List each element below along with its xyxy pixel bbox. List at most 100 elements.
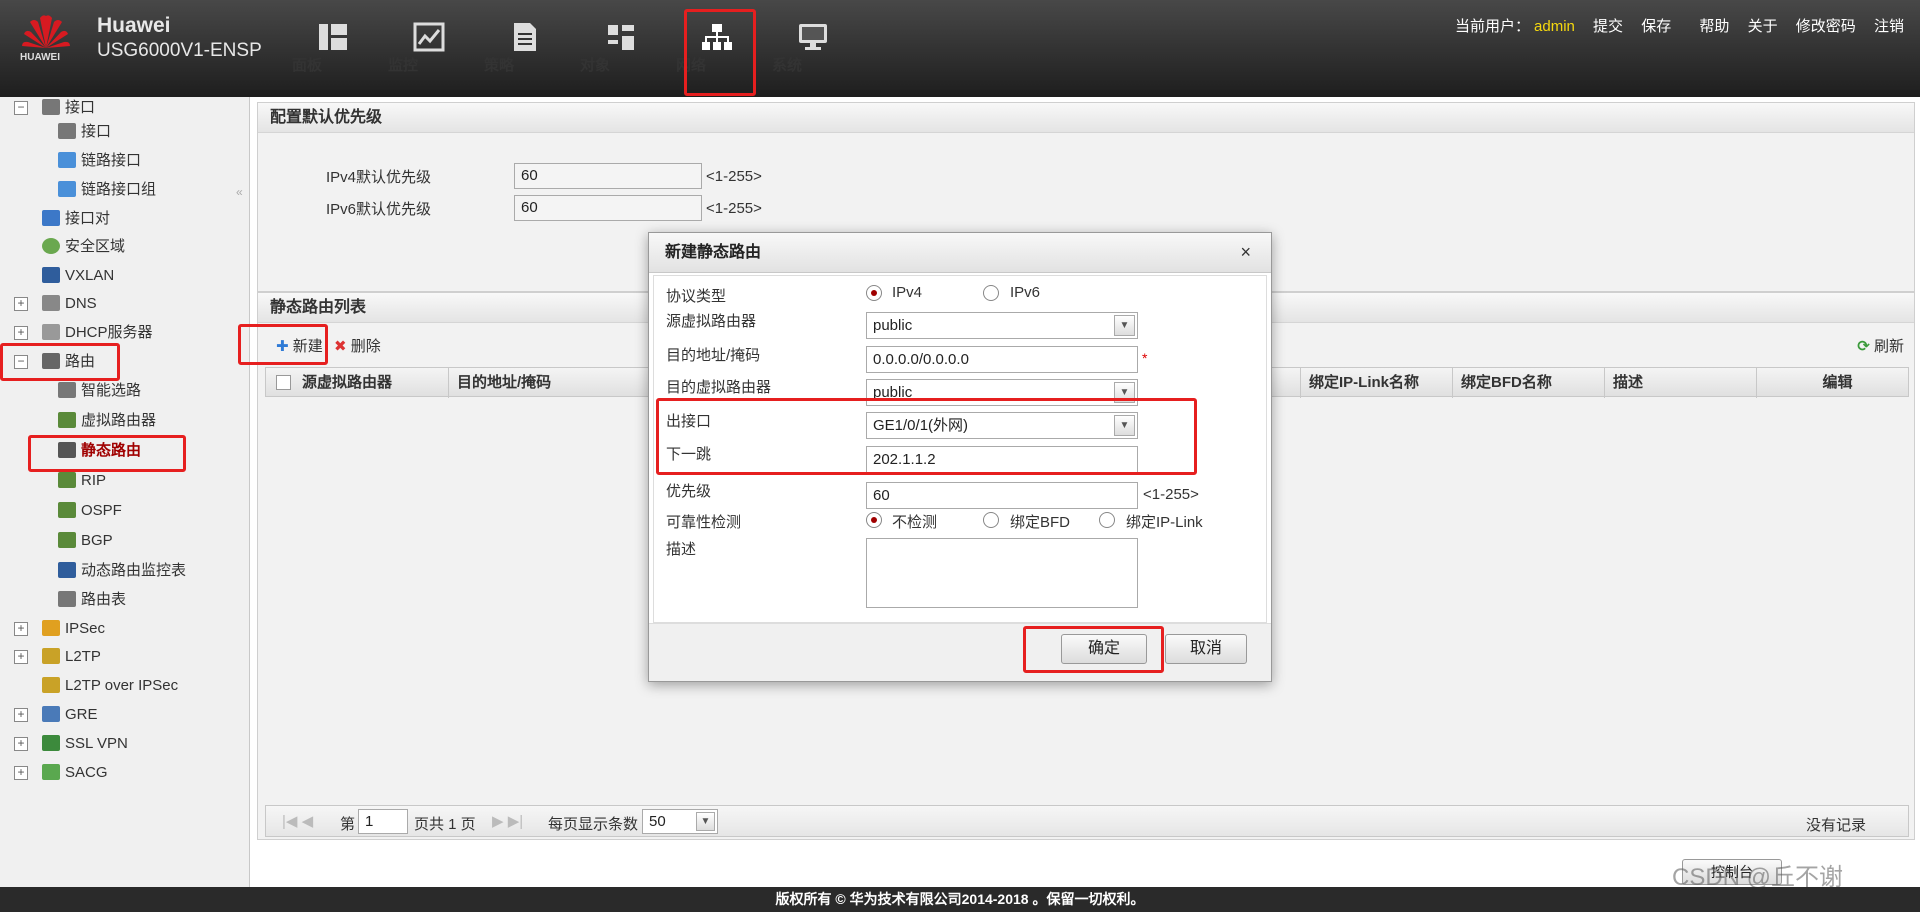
sidebar-item-dynamic-route-monitor[interactable]: 动态路由监控表 bbox=[58, 560, 186, 582]
highlight-new-button bbox=[238, 324, 328, 365]
bind-iplink-radio[interactable] bbox=[1099, 512, 1115, 528]
nav-dashboard[interactable]: 面板 bbox=[292, 18, 374, 78]
sidebar-item-l2tp[interactable]: L2TP bbox=[42, 646, 101, 668]
about-button[interactable]: 关于 bbox=[1748, 18, 1778, 35]
expand-icon[interactable]: + bbox=[14, 297, 28, 311]
save-button[interactable]: 保存 bbox=[1641, 18, 1671, 35]
sidebar-item-smart-routing[interactable]: 智能选路 bbox=[58, 380, 141, 402]
ipv6-priority-input[interactable]: 60 bbox=[514, 195, 702, 221]
sidebar-item-vxlan[interactable]: VXLAN bbox=[42, 265, 114, 287]
ipv4-radio-label: IPv4 bbox=[892, 284, 923, 301]
dashboard-icon bbox=[319, 24, 347, 50]
sidebar-item-route-table[interactable]: 路由表 bbox=[58, 589, 126, 611]
sidebar-item-link-interface-group[interactable]: 链路接口组 bbox=[58, 179, 156, 201]
pager-bar: |◀ ◀ 第 1 页共 1 页 ▶ ▶| 每页显示条数 50 ▼ 没有记录 bbox=[265, 805, 1909, 837]
ospf-icon bbox=[58, 502, 76, 518]
footer: 版权所有 © 华为技术有限公司2014-2018 。保留一切权利。 bbox=[0, 887, 1920, 912]
column-header[interactable]: 绑定IP-Link名称 bbox=[1300, 368, 1452, 398]
logout-button[interactable]: 注销 bbox=[1874, 18, 1904, 35]
nav-label: 系统 bbox=[772, 57, 803, 74]
sidebar-item-ospf[interactable]: OSPF bbox=[58, 500, 122, 522]
column-header[interactable]: 源虚拟路由器 bbox=[294, 368, 472, 398]
sidebar-item-gre[interactable]: GRE bbox=[42, 704, 98, 726]
cancel-button[interactable]: 取消 bbox=[1165, 634, 1247, 664]
sacg-icon bbox=[42, 764, 60, 780]
collapse-icon[interactable]: − bbox=[14, 101, 28, 115]
sidebar-item-interface-pair[interactable]: 接口对 bbox=[42, 208, 110, 230]
next-page-icon[interactable]: ▶ ▶| bbox=[492, 812, 523, 830]
nav-monitor[interactable]: 监控 bbox=[388, 18, 470, 78]
sidebar-item-virtual-router[interactable]: 虚拟路由器 bbox=[58, 410, 156, 432]
sidebar-item-sacg[interactable]: SACG bbox=[42, 762, 108, 784]
delete-button[interactable]: ✖ 删除 bbox=[334, 335, 381, 356]
select-all-checkbox[interactable] bbox=[276, 375, 291, 390]
expand-icon[interactable]: + bbox=[14, 650, 28, 664]
desc-label: 描述 bbox=[666, 541, 697, 558]
current-user[interactable]: admin bbox=[1534, 18, 1575, 35]
column-header[interactable]: 目的地址/掩码 bbox=[448, 368, 618, 398]
commit-button[interactable]: 提交 bbox=[1593, 18, 1623, 35]
column-header[interactable]: 编辑 bbox=[1756, 368, 1910, 398]
change-password-button[interactable]: 修改密码 bbox=[1796, 18, 1856, 35]
ipv4-radio[interactable] bbox=[866, 285, 882, 301]
sidebar-item-dns[interactable]: DNS bbox=[42, 293, 97, 315]
sidebar-item-link-interface[interactable]: 链路接口 bbox=[58, 150, 141, 172]
src-vr-select[interactable]: public ▼ bbox=[866, 312, 1138, 339]
nav-system[interactable]: 系统 bbox=[772, 18, 854, 78]
sidebar-item-ipsec[interactable]: IPSec bbox=[42, 618, 105, 640]
page-count: 页共 1 页 bbox=[414, 816, 476, 833]
nav-policy[interactable]: 策略 bbox=[484, 18, 566, 78]
dns-icon bbox=[42, 295, 60, 311]
expand-icon[interactable]: + bbox=[14, 766, 28, 780]
priority-range: <1-255> bbox=[1143, 486, 1199, 503]
expand-icon[interactable]: + bbox=[14, 622, 28, 636]
dest-input[interactable]: 0.0.0.0/0.0.0.0 bbox=[866, 346, 1138, 373]
no-detect-label: 不检测 bbox=[892, 514, 938, 531]
collapse-sidebar-icon[interactable]: « bbox=[236, 185, 243, 199]
expand-icon[interactable]: + bbox=[14, 326, 28, 340]
priority-input[interactable]: 60 bbox=[866, 482, 1138, 509]
nav-label: 策略 bbox=[484, 57, 515, 74]
sidebar-item-ssl-vpn[interactable]: SSL VPN bbox=[42, 733, 128, 755]
priority-label: 优先级 bbox=[666, 483, 712, 500]
nav-object[interactable]: 对象 bbox=[580, 18, 662, 78]
close-icon[interactable]: × bbox=[1240, 242, 1251, 263]
policy-icon bbox=[514, 23, 536, 51]
highlight-route bbox=[0, 343, 120, 381]
sidebar-item-dhcp[interactable]: DHCP服务器 bbox=[42, 322, 153, 344]
no-detect-radio[interactable] bbox=[866, 512, 882, 528]
ipsec-icon bbox=[42, 620, 60, 636]
sidebar-item-rip[interactable]: RIP bbox=[58, 470, 106, 492]
page-input[interactable]: 1 bbox=[358, 809, 408, 834]
ipv6-radio[interactable] bbox=[983, 285, 999, 301]
description-textarea[interactable] bbox=[866, 538, 1138, 608]
sidebar-item-security-zone[interactable]: 安全区域 bbox=[42, 236, 125, 258]
sidebar-item-bgp[interactable]: BGP bbox=[58, 530, 113, 552]
first-page-icon[interactable]: |◀ ◀ bbox=[282, 812, 313, 830]
ipv6-priority-label: IPv6默认优先级 bbox=[326, 201, 432, 218]
highlight-static-route bbox=[28, 435, 186, 472]
sidebar-item-interface[interactable]: 接口 bbox=[42, 97, 95, 119]
column-header[interactable]: 绑定BFD名称 bbox=[1452, 368, 1604, 398]
dialog-title: 新建静态路由 bbox=[649, 233, 1271, 273]
expand-icon[interactable]: + bbox=[14, 737, 28, 751]
required-mark: * bbox=[1142, 350, 1148, 366]
highlight-outif-nexthop bbox=[656, 398, 1197, 475]
per-page-select[interactable]: 50 ▼ bbox=[642, 809, 718, 834]
bind-bfd-radio[interactable] bbox=[983, 512, 999, 528]
ipv4-priority-input[interactable]: 60 bbox=[514, 163, 702, 189]
bgp-icon bbox=[58, 532, 76, 548]
expand-icon[interactable]: + bbox=[14, 708, 28, 722]
sidebar-item-interface-sub[interactable]: 接口 bbox=[58, 121, 111, 143]
empty-records: 没有记录 bbox=[1805, 817, 1866, 834]
refresh-button[interactable]: ⟳ 刷新 bbox=[1857, 335, 1904, 356]
sidebar-item-l2tp-ipsec[interactable]: L2TP over IPSec bbox=[42, 675, 178, 697]
route-monitor-icon bbox=[58, 562, 76, 578]
column-header[interactable]: 描述 bbox=[1604, 368, 1756, 398]
ipv4-priority-label: IPv4默认优先级 bbox=[326, 169, 432, 186]
highlight-ok-button bbox=[1023, 626, 1164, 673]
help-button[interactable]: 帮助 bbox=[1699, 18, 1729, 35]
protocol-label: 协议类型 bbox=[666, 288, 727, 305]
top-bar: HUAWEI Huawei USG6000V1-ENSP 面板 监控 策略 对象… bbox=[0, 0, 1920, 97]
nav-label: 对象 bbox=[580, 57, 611, 74]
